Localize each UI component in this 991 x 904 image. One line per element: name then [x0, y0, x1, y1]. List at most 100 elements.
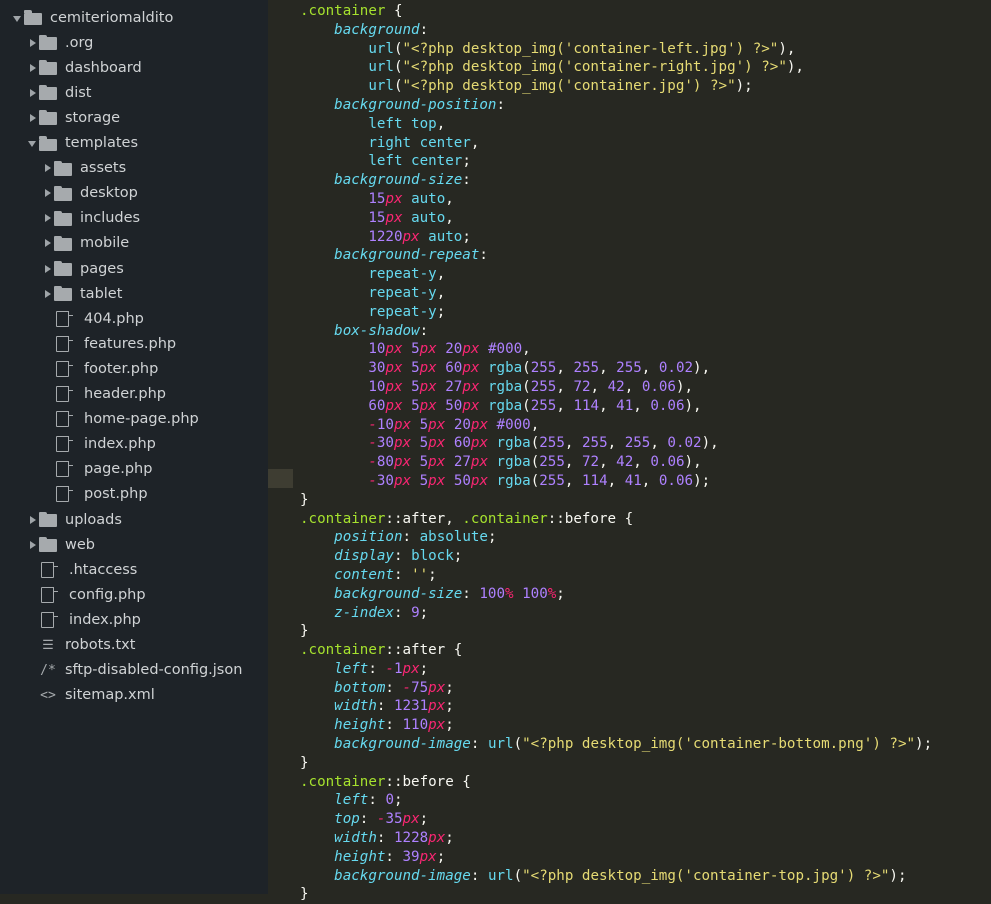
tree-file-404-php[interactable]: 404.php [0, 306, 268, 331]
code-line[interactable]: left: -1px; [300, 660, 932, 679]
tree-folder-includes[interactable]: includes [0, 206, 268, 231]
tree-file-index-php[interactable]: index.php [0, 607, 268, 632]
tree-file-post-php[interactable]: post.php [0, 482, 268, 507]
code-line[interactable]: position: absolute; [300, 528, 932, 547]
code-line[interactable]: top: -35px; [300, 810, 932, 829]
current-line-gutter-marker [268, 469, 293, 488]
code-line[interactable]: .container { [300, 2, 932, 21]
tree-folder-org[interactable]: .org [0, 30, 268, 55]
chevron-right-icon[interactable] [27, 539, 39, 551]
code-line[interactable]: height: 39px; [300, 848, 932, 867]
code-line[interactable]: repeat-y, [300, 284, 932, 303]
code-token: position [334, 529, 403, 546]
chevron-right-icon[interactable] [27, 87, 39, 99]
tree-folder-storage[interactable]: storage [0, 105, 268, 130]
tree-file-home-page-php[interactable]: home-page.php [0, 407, 268, 432]
chevron-down-icon[interactable] [12, 12, 24, 24]
tree-folder-dist[interactable]: dist [0, 80, 268, 105]
chevron-right-icon[interactable] [27, 112, 39, 124]
code-line[interactable]: background-size: 100% 100%; [300, 585, 932, 604]
chevron-right-icon[interactable] [42, 212, 54, 224]
code-line[interactable]: 15px auto, [300, 209, 932, 228]
chevron-right-icon[interactable] [27, 37, 39, 49]
code-line[interactable]: .container::after, .container::before { [300, 510, 932, 529]
code-line[interactable]: 10px 5px 27px rgba(255, 72, 42, 0.06), [300, 378, 932, 397]
code-token: 10 [376, 416, 394, 433]
chevron-right-icon[interactable] [27, 514, 39, 526]
code-line[interactable]: } [300, 885, 932, 904]
code-line[interactable]: content: ''; [300, 566, 932, 585]
code-line[interactable]: background-image: url("<?php desktop_img… [300, 735, 932, 754]
code-line[interactable]: width: 1231px; [300, 697, 932, 716]
code-line[interactable]: 10px 5px 20px #000, [300, 340, 932, 359]
tree-folder-templates[interactable]: templates [0, 131, 268, 156]
file-tree-sidebar[interactable]: cemiteriomaldito .org dashboard dist storage… [0, 0, 268, 894]
chevron-right-icon[interactable] [42, 162, 54, 174]
code-line[interactable]: } [300, 622, 932, 641]
code-line[interactable]: .container::before { [300, 773, 932, 792]
code-line[interactable]: repeat-y, [300, 265, 932, 284]
code-line[interactable]: -30px 5px 50px rgba(255, 114, 41, 0.06); [300, 472, 932, 491]
code-line[interactable]: bottom: -75px; [300, 679, 932, 698]
tree-file-robots-txt[interactable]: ☰ robots.txt [0, 633, 268, 658]
tree-folder-mobile[interactable]: mobile [0, 231, 268, 256]
tree-folder-dashboard[interactable]: dashboard [0, 55, 268, 80]
code-line[interactable]: .container::after { [300, 641, 932, 660]
code-line[interactable]: z-index: 9; [300, 604, 932, 623]
chevron-right-icon[interactable] [27, 62, 39, 74]
code-editor[interactable]: .container { background: url("<?php desk… [268, 0, 991, 902]
code-line[interactable]: background-size: [300, 171, 932, 190]
code-line[interactable]: } [300, 491, 932, 510]
code-line[interactable]: -10px 5px 20px #000, [300, 416, 932, 435]
code-line[interactable]: background-repeat: [300, 246, 932, 265]
code-line[interactable]: 15px auto, [300, 190, 932, 209]
code-line[interactable]: box-shadow: [300, 322, 932, 341]
code-token: px [419, 341, 437, 358]
chevron-down-icon[interactable] [27, 137, 39, 149]
tree-file-header-php[interactable]: header.php [0, 382, 268, 407]
code-content[interactable]: .container { background: url("<?php desk… [300, 2, 932, 904]
code-token: , [564, 454, 582, 471]
tree-file-index-php[interactable]: index.php [0, 432, 268, 457]
code-line[interactable]: url("<?php desktop_img('container-right.… [300, 58, 932, 77]
code-line[interactable]: left top, [300, 115, 932, 134]
code-line[interactable]: -30px 5px 60px rgba(255, 255, 255, 0.02)… [300, 434, 932, 453]
tree-folder-pages[interactable]: pages [0, 256, 268, 281]
chevron-right-icon[interactable] [42, 263, 54, 275]
tree-folder-web[interactable]: web [0, 532, 268, 557]
code-line[interactable]: repeat-y; [300, 303, 932, 322]
code-line[interactable]: right center, [300, 134, 932, 153]
chevron-right-icon[interactable] [42, 288, 54, 300]
code-line[interactable]: width: 1228px; [300, 829, 932, 848]
tree-file-footer-php[interactable]: footer.php [0, 356, 268, 381]
code-line[interactable]: left: 0; [300, 791, 932, 810]
tree-folder-cemiteriomaldito[interactable]: cemiteriomaldito [0, 5, 268, 30]
tree-folder-desktop[interactable]: desktop [0, 181, 268, 206]
code-line[interactable]: 1220px auto; [300, 228, 932, 247]
chevron-right-icon[interactable] [42, 187, 54, 199]
tree-file-config-php[interactable]: config.php [0, 582, 268, 607]
tree-folder-assets[interactable]: assets [0, 156, 268, 181]
code-line[interactable]: url("<?php desktop_img('container-left.j… [300, 40, 932, 59]
code-line[interactable]: } [300, 754, 932, 773]
code-line[interactable]: height: 110px; [300, 716, 932, 735]
code-line[interactable]: display: block; [300, 547, 932, 566]
tree-file-htaccess[interactable]: .htaccess [0, 557, 268, 582]
code-line[interactable]: left center; [300, 152, 932, 171]
code-line[interactable]: 30px 5px 60px rgba(255, 255, 255, 0.02), [300, 359, 932, 378]
code-line[interactable]: background-image: url("<?php desktop_img… [300, 867, 932, 886]
chevron-right-icon[interactable] [42, 237, 54, 249]
code-line[interactable]: 60px 5px 50px rgba(255, 114, 41, 0.06), [300, 397, 932, 416]
code-line[interactable]: url("<?php desktop_img('container.jpg') … [300, 77, 932, 96]
code-line[interactable]: -80px 5px 27px rgba(255, 72, 42, 0.06), [300, 453, 932, 472]
tree-file-sitemap-xml[interactable]: <> sitemap.xml [0, 683, 268, 708]
tree-file-sftp-disabled-config-json[interactable]: /* sftp-disabled-config.json [0, 658, 268, 683]
code-line[interactable]: background-position: [300, 96, 932, 115]
code-token: } [300, 491, 309, 508]
tree-folder-uploads[interactable]: uploads [0, 507, 268, 532]
tree-file-page-php[interactable]: page.php [0, 457, 268, 482]
tree-folder-tablet[interactable]: tablet [0, 281, 268, 306]
tree-file-features-php[interactable]: features.php [0, 331, 268, 356]
code-line[interactable]: background: [300, 21, 932, 40]
